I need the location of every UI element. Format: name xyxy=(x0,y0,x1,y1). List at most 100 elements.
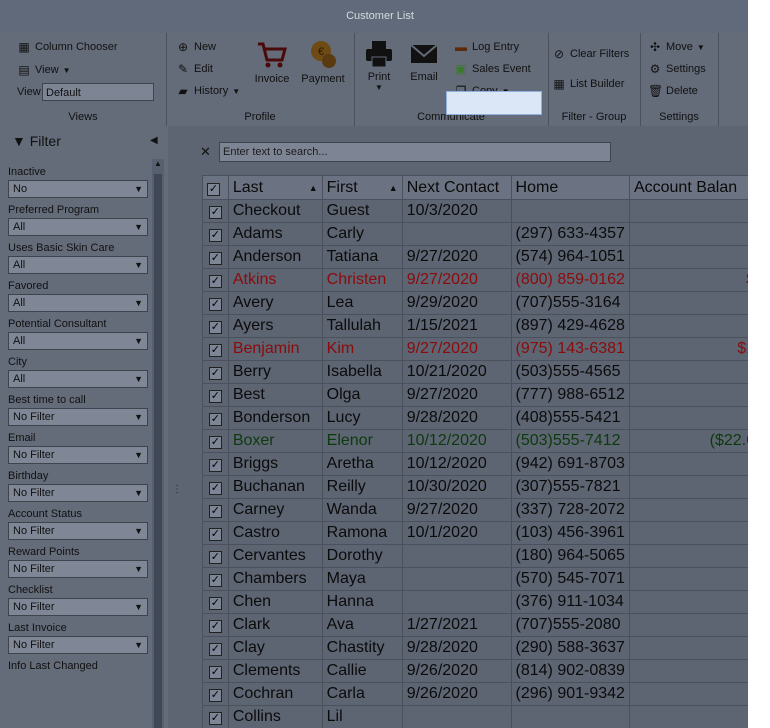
row-checkbox[interactable]: ✓ xyxy=(202,222,229,246)
row-checkbox[interactable]: ✓ xyxy=(202,590,229,614)
table-row[interactable]: ✓ Anderson Tatiana 9/27/2020 (574) 964-1051 xyxy=(202,245,760,269)
filter-dropdown[interactable]: No ▼ xyxy=(8,180,148,198)
settings-button[interactable]: ⚙ Settings xyxy=(648,62,706,76)
invoice-button[interactable]: Invoice xyxy=(252,39,292,85)
row-checkbox[interactable]: ✓ xyxy=(202,452,229,476)
column-header-next-contact[interactable]: Next Contact xyxy=(401,175,512,200)
column-header-first[interactable]: First ▲ xyxy=(321,175,403,200)
cell-home: (503)555-7412 xyxy=(510,429,630,453)
filter-dropdown[interactable]: No Filter ▼ xyxy=(8,598,148,616)
row-checkbox[interactable]: ✓ xyxy=(202,268,229,292)
cell-first: Carla xyxy=(321,682,403,706)
row-checkbox[interactable]: ✓ xyxy=(202,383,229,407)
row-checkbox[interactable]: ✓ xyxy=(202,567,229,591)
view-menu-button[interactable]: ▤ View ▼ xyxy=(17,63,70,77)
cell-first: Callie xyxy=(321,659,403,683)
row-checkbox[interactable]: ✓ xyxy=(202,429,229,453)
row-checkbox[interactable]: ✓ xyxy=(202,291,229,315)
table-row[interactable]: ✓ Buchanan Reilly 10/30/2020 (307)555-7821 xyxy=(202,475,760,499)
print-button[interactable]: Print ▼ xyxy=(362,39,396,92)
table-row[interactable]: ✓ Best Olga 9/27/2020 (777) 988-6512 xyxy=(202,383,760,407)
column-header-account-balance[interactable]: Account Balan xyxy=(628,175,760,200)
collapse-left-icon[interactable]: ◀ xyxy=(150,126,158,156)
table-row[interactable]: ✓ Benjamin Kim 9/27/2020 (975) 143-6381 $1 xyxy=(202,337,760,361)
email-button[interactable]: Email xyxy=(406,39,442,83)
row-checkbox[interactable]: ✓ xyxy=(202,498,229,522)
filter-dropdown[interactable]: No Filter ▼ xyxy=(8,408,148,426)
filter-dropdown[interactable]: All ▼ xyxy=(8,294,148,312)
move-button[interactable]: ✣ Move ▼ xyxy=(648,40,705,54)
view-field[interactable]: Default xyxy=(42,83,154,101)
column-chooser-button[interactable]: ▦ Column Chooser xyxy=(17,40,117,54)
table-row[interactable]: ✓ AtkinsChristen9/27/2020(800) 859-0162$ xyxy=(202,268,760,292)
filter-dropdown[interactable]: No Filter ▼ xyxy=(8,636,148,654)
row-checkbox[interactable]: ✓ xyxy=(202,521,229,545)
new-button[interactable]: ⊕ New xyxy=(176,40,216,54)
edit-button[interactable]: ✎ Edit xyxy=(176,62,213,76)
table-row[interactable]: ✓ Berry Isabella 10/21/2020 (503)555-4565 xyxy=(202,360,760,384)
payment-button[interactable]: € Payment xyxy=(300,39,346,85)
table-row[interactable]: ✓ Clark Ava 1/27/2021 (707)555-2080 xyxy=(202,613,760,637)
select-all-checkbox[interactable]: ✓ xyxy=(202,175,229,200)
row-checkbox[interactable]: ✓ xyxy=(202,245,229,269)
table-row[interactable]: ✓ Boxer Elenor 10/12/2020 (503)555-7412 ($22.… xyxy=(202,429,760,453)
clear-filters-label: Clear Filters xyxy=(570,48,630,60)
table-row[interactable]: ✓ Bonderson Lucy 9/28/2020 (408)555-5421 xyxy=(202,406,760,430)
column-header-last[interactable]: Last ▲ xyxy=(227,175,323,200)
filter-dropdown[interactable]: All ▼ xyxy=(8,256,148,274)
ribbon: ▦ Column Chooser ▤ View ▼ View Default V… xyxy=(0,33,760,127)
row-checkbox[interactable]: ✓ xyxy=(202,544,229,568)
table-row[interactable]: ✓ Adams Carly (297) 633-4357 xyxy=(202,222,760,246)
table-row[interactable]: ✓ Clay Chastity 9/28/2020 (290) 588-3637 xyxy=(202,636,760,660)
row-checkbox[interactable]: ✓ xyxy=(202,705,229,728)
table-row[interactable]: ✓ Briggs Aretha 10/12/2020 (942) 691-8703 xyxy=(202,452,760,476)
table-row[interactable]: ✓ Cochran Carla 9/26/2020 (296) 901-9342 xyxy=(202,682,760,706)
row-checkbox[interactable]: ✓ xyxy=(202,199,229,223)
filter-dropdown[interactable]: No Filter ▼ xyxy=(8,446,148,464)
row-checkbox[interactable]: ✓ xyxy=(202,659,229,683)
table-row[interactable]: ✓ Carney Wanda 9/27/2020 (337) 728-2072 xyxy=(202,498,760,522)
log-entry-button[interactable]: ▬ Log Entry xyxy=(454,40,519,54)
row-checkbox[interactable]: ✓ xyxy=(202,360,229,384)
row-checkbox[interactable]: ✓ xyxy=(202,406,229,430)
table-row[interactable]: ✓ Collins Lil xyxy=(202,705,760,728)
list-builder-button[interactable]: ▦ List Builder xyxy=(552,77,624,91)
clear-filters-button[interactable]: ⊘ Clear Filters xyxy=(552,47,629,61)
row-checkbox[interactable]: ✓ xyxy=(202,337,229,361)
scroll-up-icon[interactable]: ▲ xyxy=(154,159,162,168)
table-row[interactable]: ✓ Chambers Maya (570) 545-7071 xyxy=(202,567,760,591)
delete-button[interactable]: 🗑 Delete xyxy=(648,84,698,98)
filter-label: Inactive xyxy=(8,166,46,178)
panel-splitter[interactable]: ⋮ xyxy=(168,126,182,728)
history-button[interactable]: ▰ History ▼ xyxy=(176,84,240,98)
cell-first: Lea xyxy=(321,291,403,315)
page-margin xyxy=(748,0,770,728)
search-input[interactable]: Enter text to search... xyxy=(219,142,611,162)
filter-dropdown[interactable]: No Filter ▼ xyxy=(8,522,148,540)
sales-event-button-content[interactable]: ▣ Sales Event xyxy=(454,62,530,76)
cell-bal xyxy=(628,245,760,269)
close-icon[interactable]: ✕ xyxy=(200,144,211,160)
row-checkbox[interactable]: ✓ xyxy=(202,636,229,660)
sales-event-button[interactable] xyxy=(446,91,542,115)
table-row[interactable]: ✓ Avery Lea 9/29/2020 (707)555-3164 xyxy=(202,291,760,315)
views-group: ▦ Column Chooser ▤ View ▼ View Default V… xyxy=(0,33,167,126)
column-header-home[interactable]: Home xyxy=(510,175,630,200)
table-row[interactable]: ✓ Castro Ramona 10/1/2020 (103) 456-3961 xyxy=(202,521,760,545)
row-checkbox[interactable]: ✓ xyxy=(202,314,229,338)
filter-scrollbar-thumb[interactable] xyxy=(154,174,162,728)
filter-dropdown[interactable]: All ▼ xyxy=(8,370,148,388)
filter-dropdown[interactable]: No Filter ▼ xyxy=(8,560,148,578)
table-row[interactable]: ✓ Checkout Guest 10/3/2020 xyxy=(202,199,760,223)
table-row[interactable]: ✓ Cervantes Dorothy (180) 964-5065 xyxy=(202,544,760,568)
filter-dropdown[interactable]: No Filter ▼ xyxy=(8,484,148,502)
cell-bal xyxy=(628,360,760,384)
row-checkbox[interactable]: ✓ xyxy=(202,613,229,637)
filter-dropdown[interactable]: All ▼ xyxy=(8,218,148,236)
table-row[interactable]: ✓ Clements Callie 9/26/2020 (814) 902-0839 xyxy=(202,659,760,683)
table-row[interactable]: ✓ Ayers Tallulah 1/15/2021 (897) 429-4628 xyxy=(202,314,760,338)
row-checkbox[interactable]: ✓ xyxy=(202,475,229,499)
filter-dropdown[interactable]: All ▼ xyxy=(8,332,148,350)
table-row[interactable]: ✓ Chen Hanna (376) 911-1034 xyxy=(202,590,760,614)
row-checkbox[interactable]: ✓ xyxy=(202,682,229,706)
